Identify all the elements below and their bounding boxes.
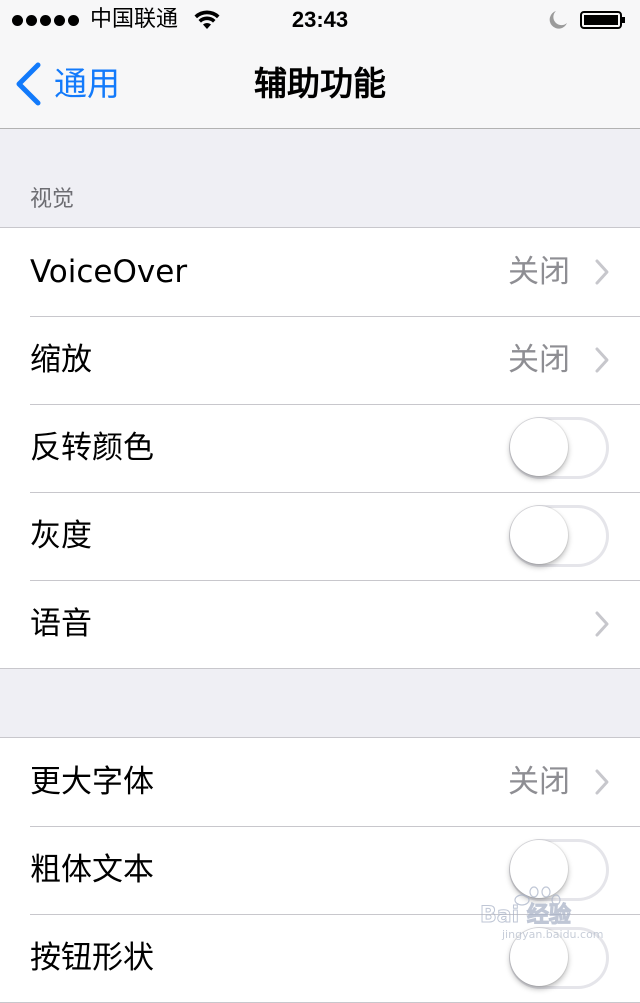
- invert-colors-switch[interactable]: [509, 417, 609, 479]
- row-voiceover[interactable]: VoiceOver 关闭: [0, 228, 640, 316]
- row-invert-colors: 反转颜色: [0, 404, 640, 492]
- switch-knob: [510, 418, 568, 476]
- switch-knob: [510, 928, 568, 986]
- row-value: 关闭: [508, 764, 570, 800]
- row-label: 语音: [30, 606, 92, 642]
- bold-text-switch[interactable]: [509, 839, 609, 901]
- row-label: 灰度: [30, 518, 92, 554]
- section-header-vision: 视觉: [30, 187, 75, 212]
- button-shapes-switch[interactable]: [509, 927, 609, 989]
- row-larger-type[interactable]: 更大字体 关闭: [0, 738, 640, 826]
- row-value: 关闭: [508, 342, 570, 378]
- row-speech[interactable]: 语音: [0, 580, 640, 668]
- chevron-right-icon: [595, 259, 609, 285]
- battery-icon: [580, 11, 625, 29]
- status-bar: 中国联通 23:43: [0, 0, 640, 40]
- row-button-shapes: 按钮形状: [0, 914, 640, 1002]
- settings-group-text: 更大字体 关闭 粗体文本 按钮形状: [0, 737, 640, 1003]
- row-grayscale: 灰度: [0, 492, 640, 580]
- row-label: 更大字体: [30, 764, 154, 800]
- row-label: 粗体文本: [30, 852, 154, 888]
- chevron-right-icon: [595, 769, 609, 795]
- page-title: 辅助功能: [254, 64, 386, 103]
- row-label: VoiceOver: [30, 254, 188, 290]
- switch-knob: [510, 840, 568, 898]
- status-time: 23:43: [291, 7, 349, 32]
- row-value: 关闭: [508, 254, 570, 290]
- navigation-bar: 通用 辅助功能: [0, 40, 640, 129]
- settings-group-vision: VoiceOver 关闭 缩放 关闭 反转颜色 灰度 语音: [0, 227, 640, 669]
- row-bold-text: 粗体文本: [0, 826, 640, 914]
- chevron-right-icon: [595, 347, 609, 373]
- grayscale-switch[interactable]: [509, 505, 609, 567]
- row-label: 按钮形状: [30, 940, 154, 976]
- switch-knob: [510, 506, 568, 564]
- row-label: 缩放: [30, 342, 92, 378]
- row-label: 反转颜色: [30, 430, 154, 466]
- do-not-disturb-moon-icon: [549, 11, 567, 29]
- row-zoom[interactable]: 缩放 关闭: [0, 316, 640, 404]
- chevron-right-icon: [595, 611, 609, 637]
